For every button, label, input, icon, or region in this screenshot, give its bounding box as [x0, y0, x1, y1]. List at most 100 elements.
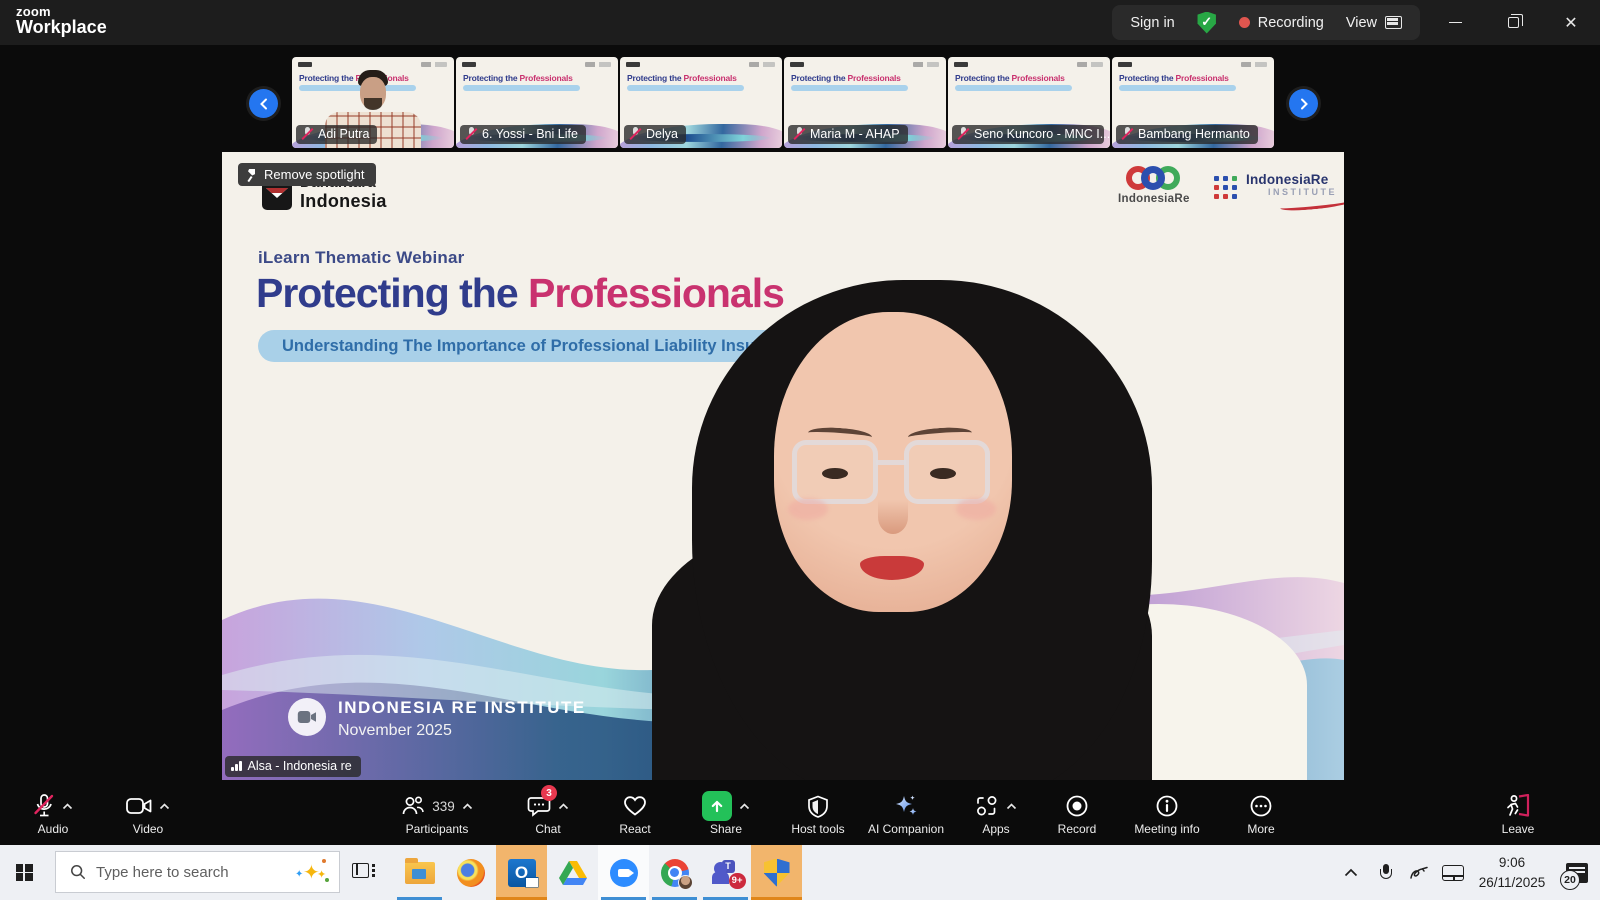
minimize-button[interactable] [1426, 0, 1484, 45]
slide-footer-org: INDONESIA RE INSTITUTE [338, 698, 586, 718]
firefox-icon [457, 859, 485, 887]
audio-label: Audio [38, 822, 69, 836]
chevron-up-icon[interactable] [739, 803, 750, 810]
participants-button[interactable]: 339 Participants [382, 791, 492, 843]
windows-security-shield-icon [764, 859, 790, 887]
recording-indicator[interactable]: Recording [1239, 15, 1324, 31]
taskbar-teams[interactable]: T 9+ [700, 845, 751, 900]
view-button[interactable]: View [1346, 15, 1402, 31]
sign-in-button[interactable]: Sign in [1130, 15, 1174, 31]
react-button[interactable]: React [590, 791, 680, 843]
titlebar-status-pill: Sign in Recording View [1112, 5, 1420, 40]
chevron-up-icon[interactable] [1006, 803, 1017, 810]
taskbar-firefox[interactable] [445, 845, 496, 900]
meeting-info-button[interactable]: Meeting info [1119, 791, 1215, 843]
apps-icon [975, 795, 999, 817]
chevron-up-icon[interactable] [159, 803, 170, 810]
participant-name: 6. Yossi - Bni Life [482, 127, 578, 141]
tray-pen[interactable] [1402, 845, 1436, 900]
heart-icon [623, 795, 647, 817]
view-label: View [1346, 15, 1377, 31]
muted-mic-icon [301, 127, 313, 141]
taskbar-windows-security[interactable] [751, 845, 802, 900]
taskbar-chrome[interactable] [649, 845, 700, 900]
outlook-icon: O [508, 859, 536, 887]
taskbar-google-drive[interactable] [547, 845, 598, 900]
mini-slide-title: Protecting the Professionals [1119, 73, 1229, 83]
filmstrip-prev-button[interactable] [249, 89, 278, 118]
muted-mic-icon [793, 127, 805, 141]
restore-icon [1508, 17, 1519, 28]
chevron-right-icon [1298, 98, 1310, 110]
participant-name: Delya [646, 127, 678, 141]
mini-slide-subtitle-bar [627, 85, 744, 91]
mini-slide-logos-right [749, 62, 775, 67]
start-button[interactable] [0, 845, 48, 900]
mini-slide-title: Protecting the Professionals [463, 73, 573, 83]
chevron-up-icon[interactable] [62, 803, 73, 810]
spotlight-video[interactable]: Danantara Indonesia Remove spotlight Ind… [222, 152, 1344, 780]
participant-name: Seno Kuncoro - MNC I... [974, 127, 1110, 141]
participant-name-tag: Adi Putra [296, 125, 377, 144]
zoom-titlebar: zoom Workplace Sign in Recording View ✕ [0, 0, 1600, 45]
record-label: Record [1058, 822, 1097, 836]
audio-button[interactable]: Audio [12, 791, 94, 843]
tray-expand-button[interactable] [1334, 845, 1368, 900]
clock-time: 9:06 [1470, 853, 1554, 873]
mini-slide-logo [954, 62, 968, 67]
record-icon [1065, 794, 1089, 818]
task-view-button[interactable] [352, 861, 376, 883]
filmstrip-next-button[interactable] [1289, 89, 1318, 118]
mini-slide-logos-right [421, 62, 447, 67]
chat-button[interactable]: 3 Chat [502, 791, 594, 843]
record-button[interactable]: Record [1031, 791, 1123, 843]
copilot-sparkle-icon[interactable]: ✦✦✦ [295, 859, 329, 885]
action-center-button[interactable]: 20 [1554, 845, 1600, 900]
blush [788, 498, 828, 520]
search-input[interactable] [96, 864, 295, 881]
chevron-up-icon[interactable] [558, 803, 569, 810]
pin-icon [246, 168, 258, 182]
video-button[interactable]: Video [107, 791, 189, 843]
taskbar-search[interactable]: ✦✦✦ [55, 851, 340, 893]
tray-touchpad[interactable] [1436, 845, 1470, 900]
mini-slide-logos-right [1241, 62, 1267, 67]
participant-name-tag: Maria M - AHAP [788, 125, 908, 144]
taskbar-zoom[interactable] [598, 845, 649, 900]
info-icon [1155, 794, 1179, 818]
taskbar-outlook[interactable]: O [496, 845, 547, 900]
taskbar-file-explorer[interactable] [394, 845, 445, 900]
taskbar-clock[interactable]: 9:06 26/11/2025 [1470, 853, 1554, 892]
participant-tile[interactable]: Protecting the Professionals Delya [620, 57, 782, 148]
video-camera-icon [126, 797, 152, 815]
participant-tile[interactable]: Protecting the Professionals Bambang Her… [1112, 57, 1274, 148]
participant-tile[interactable]: Protecting the Professionals Maria M - A… [784, 57, 946, 148]
participant-tile[interactable]: Protecting the Professionals Adi Putra [292, 57, 454, 148]
apps-label: Apps [982, 822, 1009, 836]
share-button[interactable]: Share [678, 791, 774, 843]
restore-button[interactable] [1484, 0, 1542, 45]
mini-slide-title: Protecting the Professionals [791, 73, 901, 83]
chevron-up-icon[interactable] [462, 803, 473, 810]
chevron-up-icon [1344, 868, 1358, 877]
task-view-dots [372, 864, 375, 867]
host-tools-button[interactable]: Host tools [772, 791, 864, 843]
mini-slide-logo [626, 62, 640, 67]
close-button[interactable]: ✕ [1542, 0, 1600, 45]
participants-label: Participants [406, 822, 469, 836]
participant-name: Bambang Hermanto [1138, 127, 1250, 141]
participant-tile[interactable]: Protecting the Professionals 6. Yossi - … [456, 57, 618, 148]
ai-companion-button[interactable]: AI Companion [856, 791, 956, 843]
video-camera-badge-icon [288, 698, 326, 736]
remove-spotlight-label: Remove spotlight [264, 167, 364, 182]
tray-microphone[interactable] [1368, 845, 1402, 900]
more-button[interactable]: More [1215, 791, 1307, 843]
leave-button[interactable]: Leave [1472, 791, 1564, 843]
participant-tile[interactable]: Protecting the Professionals Seno Kuncor… [948, 57, 1110, 148]
mic-muted-icon [33, 794, 55, 818]
apps-button[interactable]: Apps [950, 791, 1042, 843]
chat-badge: 3 [541, 785, 557, 801]
remove-spotlight-button[interactable]: Remove spotlight [238, 163, 376, 186]
muted-mic-icon [465, 127, 477, 141]
video-label: Video [133, 822, 163, 836]
